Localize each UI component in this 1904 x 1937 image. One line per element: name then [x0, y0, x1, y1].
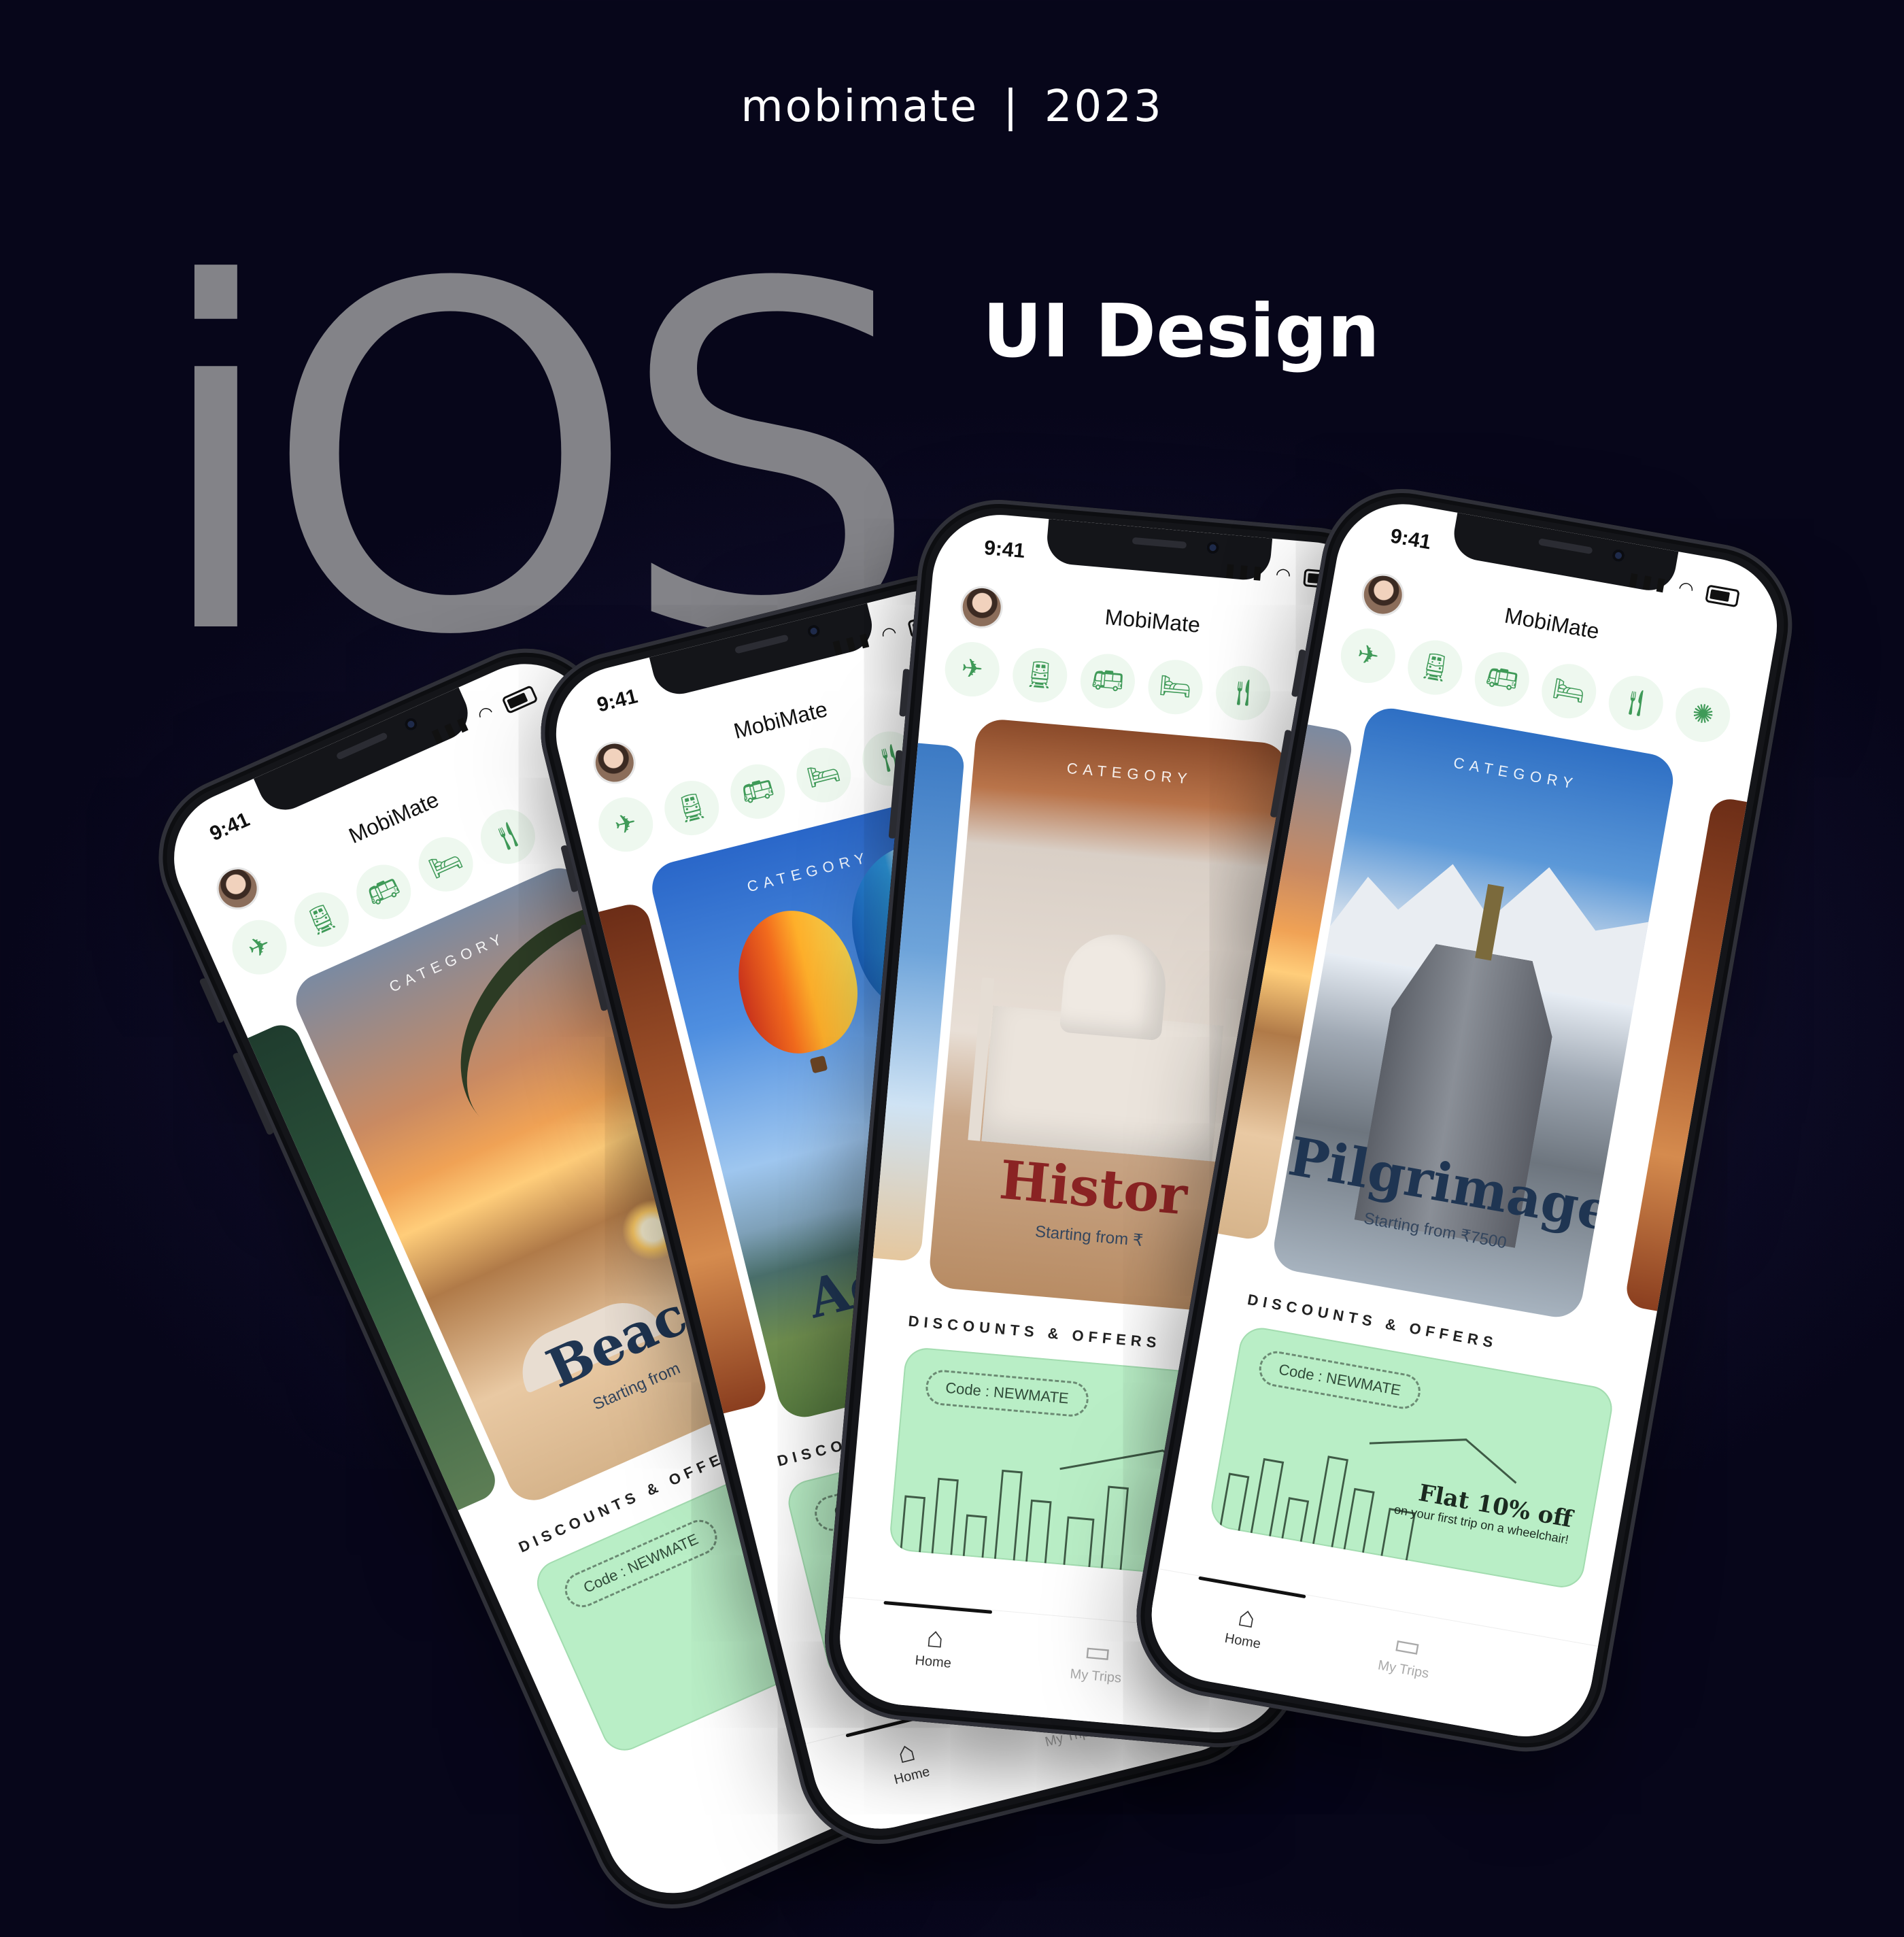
activity-icon[interactable]: ✺: [1671, 683, 1735, 747]
hotel-icon[interactable]: 🛏︎: [409, 828, 482, 900]
food-icon[interactable]: 🍴︎: [472, 801, 544, 873]
hotel-icon[interactable]: 🛏︎: [1146, 657, 1205, 717]
category-label: CATEGORY: [1452, 754, 1580, 793]
tab-my-trips[interactable]: ▭My Trips: [1362, 1621, 1451, 1685]
status-time: 9:41: [206, 808, 253, 846]
flight-icon[interactable]: ✈: [942, 639, 1002, 699]
brand-header: mobimate | 2023: [0, 82, 1904, 132]
status-time: 9:41: [1389, 524, 1433, 554]
bus-icon[interactable]: 🚌︎: [1470, 647, 1534, 711]
food-icon[interactable]: 🍴︎: [1604, 671, 1668, 735]
hotel-icon[interactable]: 🛏︎: [790, 742, 857, 809]
tab-home[interactable]: ⌂ Home: [1201, 1594, 1290, 1657]
brand-year: 2023: [1044, 82, 1163, 132]
bus-icon[interactable]: 🚌︎: [1078, 652, 1138, 711]
train-icon[interactable]: 🚆︎: [1010, 645, 1070, 705]
brand-separator: |: [1003, 82, 1020, 132]
bus-icon[interactable]: 🚌︎: [724, 758, 791, 825]
offer-card[interactable]: Code : NEWMATE Flat 10% off on your firs…: [1208, 1324, 1616, 1591]
train-icon[interactable]: 🚆︎: [658, 775, 725, 841]
ui-design-title: UI Design: [983, 289, 1380, 374]
status-icons: ▮▮▮ ◠: [1627, 568, 1741, 608]
flight-icon[interactable]: ✈: [223, 911, 296, 983]
battery-icon: [1705, 584, 1740, 608]
tab-home[interactable]: ⌂ Home: [891, 1617, 977, 1674]
section-title: DISCOUNTS & OFFERS: [907, 1312, 1162, 1351]
train-icon[interactable]: 🚆︎: [286, 883, 358, 956]
status-time: 9:41: [983, 536, 1026, 563]
flight-icon[interactable]: ✈: [1336, 624, 1400, 688]
tab-home[interactable]: ⌂ Home: [862, 1725, 953, 1793]
food-icon[interactable]: 🍴︎: [1213, 663, 1273, 723]
bus-icon[interactable]: 🚌︎: [347, 856, 420, 928]
brand-name: mobimate: [741, 82, 979, 132]
category-label: CATEGORY: [1066, 759, 1193, 788]
train-icon[interactable]: 🚆︎: [1403, 636, 1467, 699]
flight-icon[interactable]: ✈: [592, 791, 659, 858]
status-time: 9:41: [594, 685, 641, 717]
coupon-code: Code : NEWMATE: [924, 1368, 1090, 1418]
home-icon: ⌂: [925, 1620, 946, 1654]
hotel-icon[interactable]: 🛏︎: [1537, 659, 1601, 723]
